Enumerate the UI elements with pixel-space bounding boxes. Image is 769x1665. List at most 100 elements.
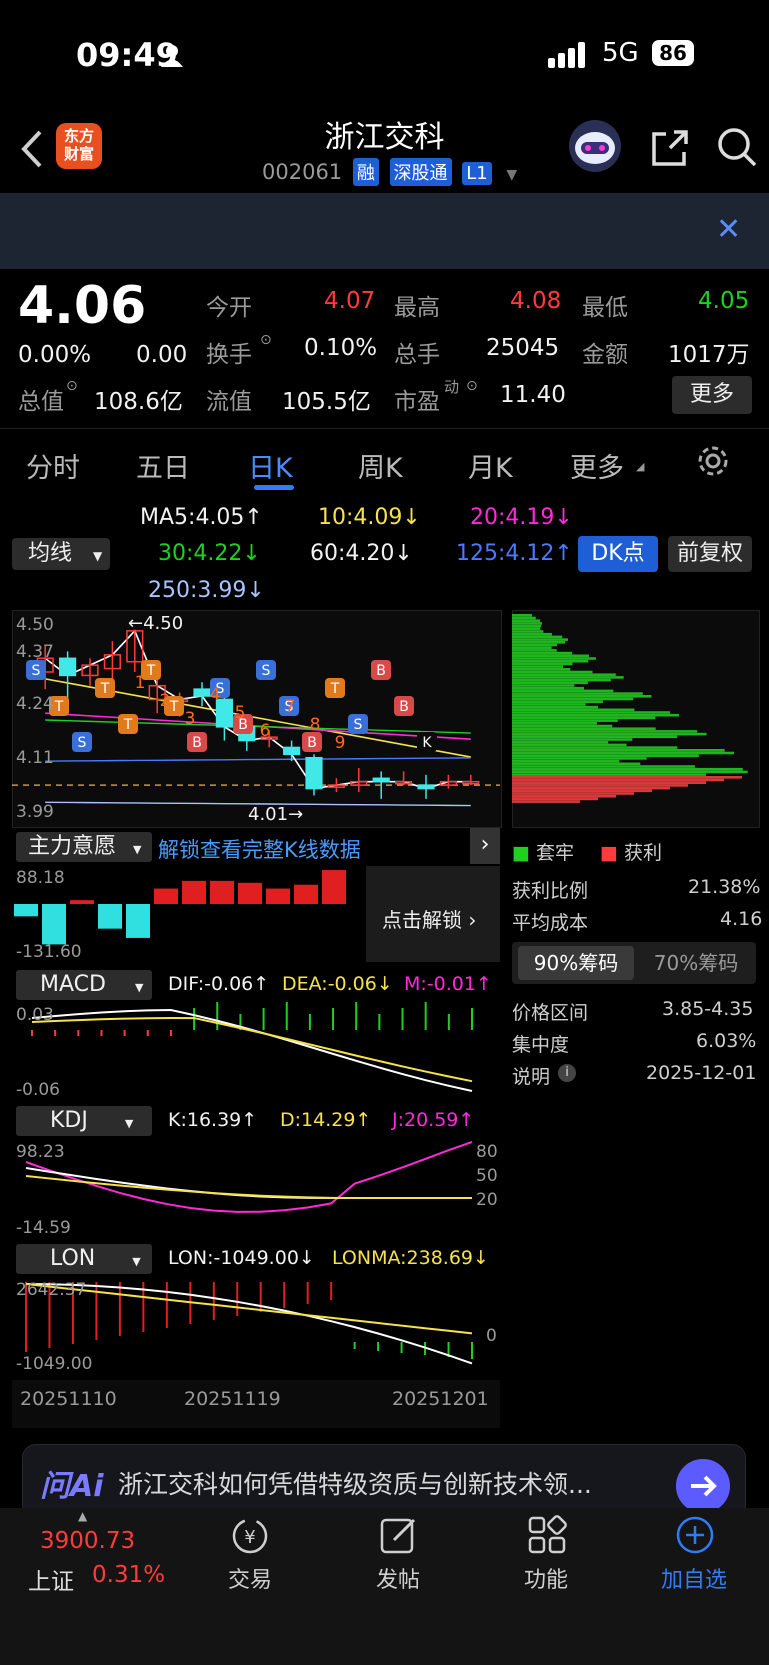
yen-exchange-icon[interactable]: ¥ [228, 1516, 272, 1556]
chip-bar [512, 746, 678, 749]
float-value: 105.5亿 [282, 389, 371, 415]
chip-bar [512, 678, 611, 682]
tab-more[interactable]: 更多 [570, 446, 624, 485]
info-icon[interactable]: i [558, 1064, 576, 1082]
search-icon[interactable] [716, 126, 758, 168]
macd-label: MACD [40, 972, 106, 997]
high-label: 最高 [394, 295, 440, 321]
notice-banner[interactable] [0, 193, 769, 269]
ma60-value: 60:4.20↓ [310, 541, 413, 566]
dk-point-button[interactable]: DK点 [578, 536, 658, 572]
lonma-line [25, 1283, 473, 1335]
price-range-value: 3.85-4.35 [662, 998, 754, 1020]
tab-intraday[interactable]: 分时 [26, 446, 80, 485]
chip-bar [512, 738, 633, 741]
signal-icon [548, 42, 585, 68]
low-label: 最低 [582, 295, 628, 321]
kdj-chart [25, 1141, 473, 1213]
avg-cost-label: 平均成本 [512, 912, 589, 934]
index-name[interactable]: 上证 [28, 1562, 74, 1596]
macd-selector[interactable]: MACD ▼ [16, 970, 152, 1000]
dif-line [31, 1009, 473, 1092]
chip-bar [512, 778, 724, 782]
profit-ratio-label: 获利比例 [512, 880, 589, 902]
add-watchlist-icon[interactable] [674, 1514, 716, 1556]
open-label: 今开 [206, 295, 252, 321]
kdj-d: D:14.29↑ [280, 1109, 372, 1131]
wave-number: 6 [260, 721, 271, 741]
index-value[interactable]: 3900.73 [40, 1528, 135, 1554]
signal-badge-text: T [123, 717, 133, 733]
turnover-value: 0.10% [304, 335, 378, 361]
chip-bar [512, 708, 635, 712]
candle-body [372, 777, 390, 783]
volume-label: 总手 [394, 342, 440, 368]
lon-max: 2642.37 [16, 1280, 87, 1300]
stock-code-row[interactable]: 002061 融 深股通 L1 ▼ [262, 158, 517, 186]
legend-profit: ■ 获利 [600, 838, 662, 865]
chip-bar [512, 757, 647, 760]
chip-bar [512, 754, 699, 757]
more-button[interactable]: 更多 [672, 376, 752, 414]
candle-body [417, 784, 435, 790]
chip-bar [512, 627, 541, 631]
tab-chip-90[interactable]: 90%筹码 [518, 946, 634, 980]
robot-assistant-icon[interactable] [566, 118, 624, 174]
low-marker: 4.01→ [248, 804, 304, 825]
chip-bar [512, 713, 680, 717]
main-force-min: -131.60 [16, 942, 82, 962]
unlock-link[interactable]: 解锁查看完整K线数据 [158, 834, 361, 864]
candle-body [305, 756, 323, 790]
tab-daily-k[interactable]: 日K [248, 446, 293, 485]
macd-m: M:-0.01↑ [404, 973, 492, 995]
info-icon[interactable]: ⊙ [466, 378, 478, 394]
tab-weekly-k[interactable]: 周K [358, 446, 403, 485]
macd-max: 0.03 [16, 1005, 54, 1025]
tab-chip-70[interactable]: 70%筹码 [640, 946, 752, 980]
x-axis-label: 20251201 [392, 1388, 489, 1410]
arrow-right-icon[interactable] [676, 1459, 730, 1513]
adjust-button[interactable]: 前复权 [668, 536, 752, 572]
info-icon[interactable]: ⊙ [260, 332, 272, 348]
nav-function[interactable]: 功能 [486, 1562, 606, 1594]
main-force-bar [154, 888, 178, 904]
caret-down-icon: ▼ [133, 843, 142, 856]
main-force-selector[interactable]: 主力意愿 ▼ [16, 832, 152, 862]
gear-icon[interactable] [696, 444, 730, 478]
chip-bar [512, 789, 652, 793]
ma-selector[interactable]: 均线 ▼ [12, 538, 110, 570]
edit-post-icon[interactable] [378, 1514, 420, 1556]
ma20-value: 20:4.19↓ [470, 505, 573, 530]
nav-trade[interactable]: 交易 [190, 1562, 310, 1594]
nav-watchlist[interactable]: 加自选 [634, 1562, 754, 1594]
index-change[interactable]: 0.31% [92, 1562, 165, 1588]
share-icon[interactable] [648, 128, 690, 170]
main-force-bar [182, 880, 206, 904]
unlock-button[interactable]: 点击解锁 › [382, 904, 476, 933]
chip-bar [512, 635, 563, 639]
kdj-k: K:16.39↑ [168, 1109, 258, 1131]
close-icon[interactable]: ✕ [716, 212, 741, 247]
chip-bar [512, 624, 542, 628]
person-icon [161, 45, 183, 67]
chip-bar [512, 759, 620, 763]
unlock-button-label: 点击解锁 [382, 908, 462, 932]
nav-post[interactable]: 发帖 [338, 1562, 458, 1594]
price-range-label: 价格区间 [512, 1002, 589, 1024]
legend-square-icon: ■ [600, 842, 618, 864]
chevron-right-icon[interactable]: › [470, 828, 500, 864]
chip-bar [512, 641, 566, 644]
lon-selector[interactable]: LON ▼ [16, 1244, 152, 1274]
caret-up-icon: ▲ [78, 1509, 88, 1523]
chip-bar [512, 668, 571, 671]
info-icon[interactable]: ⊙ [66, 378, 78, 394]
kdj-max: 98.23 [16, 1142, 65, 1162]
tag-level: L1 [462, 162, 492, 185]
chip-bar [512, 765, 695, 768]
kline-chart[interactable]: STSTTTTBSBSSBTSBBK123456789 [12, 610, 500, 826]
grid-function-icon[interactable] [526, 1514, 568, 1556]
kdj-selector[interactable]: KDJ ▼ [16, 1106, 152, 1136]
tab-five-day[interactable]: 五日 [136, 446, 190, 485]
ai-question-text[interactable]: 浙江交科如何凭借特级资质与创新技术领... [118, 1465, 638, 1501]
tab-monthly-k[interactable]: 月K [468, 446, 513, 485]
